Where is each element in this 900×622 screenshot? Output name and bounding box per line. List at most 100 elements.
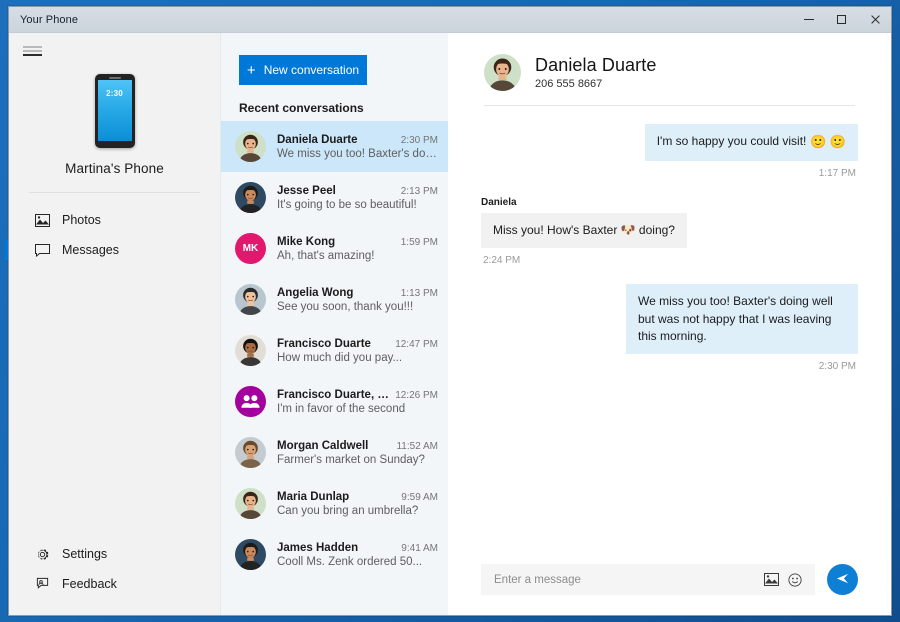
- app-body: 2:30 Martina's Phone Photos Messages Set…: [5, 33, 891, 615]
- conversation-item-text: Morgan Caldwell 11:52 AM Farmer's market o…: [277, 440, 438, 466]
- message-thread: I'm so happy you could visit! 🙂 🙂 1:17 PM…: [448, 106, 891, 564]
- chat-contact-name: Daniela Duarte: [535, 55, 657, 75]
- conversation-item-text: James Hadden 9:41 AM Cooll Ms. Zenk ordere…: [277, 542, 438, 568]
- left-navigation-pane: 2:30 Martina's Phone Photos Messages Set…: [5, 33, 220, 615]
- message-bubble[interactable]: Miss you! How's Baxter 🐶 doing?: [481, 212, 687, 249]
- avatar: [235, 386, 266, 417]
- emoji-icon[interactable]: [785, 570, 805, 590]
- minimize-button[interactable]: [792, 7, 825, 33]
- send-icon: [835, 571, 850, 589]
- conversation-time: 12:26 PM: [395, 389, 438, 401]
- conversations-pane: + New conversation Recent conversations …: [220, 33, 448, 615]
- conversation-list-item[interactable]: Francisco Duarte, Dani... 12:26 PMI'm in …: [221, 376, 448, 427]
- conversation-time: 11:52 AM: [396, 440, 438, 452]
- sidebar-item-label: Photos: [62, 213, 101, 227]
- phone-clock: 2:30: [106, 89, 123, 98]
- message-sender: Daniela: [481, 196, 517, 208]
- conversation-snippet: How much did you pay...: [277, 351, 403, 364]
- nav-list: Photos Messages: [5, 205, 220, 265]
- conversation-time: 12:47 PM: [395, 338, 438, 350]
- conversation-list-item[interactable]: MK Mike Kong 1:59 PM Ah, that's amazing!: [221, 223, 448, 274]
- phone-illustration: 2:30: [94, 74, 135, 148]
- avatar: [235, 437, 266, 468]
- conversation-snippet: Ah, that's amazing!: [277, 249, 375, 262]
- sidebar-item-photos[interactable]: Photos: [9, 205, 220, 235]
- conversation-item-top-row: Maria Dunlap 9:59 AM: [277, 491, 438, 503]
- image-icon[interactable]: [761, 570, 781, 590]
- conversation-item-text: Francisco Duarte 12:47 PM How much did you…: [277, 338, 438, 364]
- conversation-time: 2:30 PM: [400, 134, 438, 146]
- nav-divider: [29, 192, 200, 193]
- conversation-list-item[interactable]: James Hadden 9:41 AM Cooll Ms. Zenk ordere…: [221, 529, 448, 580]
- conversation-list[interactable]: Daniela Duarte 2:30 PM We miss you too! Ba…: [221, 121, 448, 615]
- conversation-name: Francisco Duarte, Dani...: [277, 388, 389, 401]
- new-conversation-label: New conversation: [263, 63, 360, 77]
- message-icon: [33, 242, 51, 258]
- minimize-icon: [803, 19, 814, 20]
- conversation-list-item[interactable]: Maria Dunlap 9:59 AM Can you bring an umbr…: [221, 478, 448, 529]
- message-row: I'm so happy you could visit! 🙂 🙂 1:17 PM: [481, 124, 858, 193]
- conversation-list-item[interactable]: Angelia Wong 1:13 PM See you soon, thank y…: [221, 274, 448, 325]
- sidebar-item-settings[interactable]: Settings: [9, 539, 220, 569]
- hamburger-line: [23, 46, 42, 48]
- gear-icon: [33, 546, 51, 562]
- avatar: [484, 54, 521, 91]
- message-timestamp: 2:24 PM: [483, 255, 521, 267]
- conversation-snippet: Can you bring an umbrella?: [277, 504, 419, 517]
- conversation-item-top-row: Jesse Peel 2:13 PM: [277, 185, 438, 197]
- recent-conversations-heading: Recent conversations: [239, 101, 364, 115]
- conversation-item-top-row: Francisco Duarte, Dani... 12:26 PM: [277, 389, 438, 401]
- message-bubble[interactable]: I'm so happy you could visit! 🙂 🙂: [644, 124, 858, 161]
- chat-contact-phone: 206 555 8667: [535, 78, 603, 90]
- send-button[interactable]: [827, 564, 858, 595]
- conversation-item-text: Daniela Duarte 2:30 PM We miss you too! Ba…: [277, 134, 438, 160]
- avatar: MK: [235, 233, 266, 264]
- conversation-name: Morgan Caldwell: [277, 439, 369, 452]
- conversation-item-text: Jesse Peel 2:13 PM It's going to be so bea…: [277, 185, 438, 211]
- maximize-button[interactable]: [825, 7, 858, 33]
- avatar: [235, 488, 266, 519]
- message-text: I'm so happy you could visit!: [656, 134, 807, 148]
- message-timestamp: 1:17 PM: [818, 167, 856, 179]
- hamburger-line: [23, 50, 42, 52]
- conversation-snippet: Farmer's market on Sunday?: [277, 453, 425, 466]
- device-card: 2:30 Martina's Phone: [9, 74, 220, 176]
- message-input-box[interactable]: [481, 564, 815, 595]
- conversation-name: James Hadden: [277, 541, 359, 554]
- avatar: [235, 335, 266, 366]
- sidebar-item-messages[interactable]: Messages: [5, 235, 220, 265]
- plus-icon: +: [246, 61, 256, 79]
- device-name: Martina's Phone: [65, 161, 164, 176]
- avatar: [235, 284, 266, 315]
- hamburger-menu-icon[interactable]: [23, 44, 42, 58]
- sidebar-item-feedback[interactable]: Feedback: [9, 569, 220, 599]
- chat-pane: Daniela Duarte 206 555 8667 I'm so happy…: [448, 33, 891, 615]
- conversation-item-top-row: James Hadden 9:41 AM: [277, 542, 438, 554]
- conversation-name: Angelia Wong: [277, 286, 354, 299]
- message-composer: [448, 564, 891, 615]
- close-icon: [870, 15, 880, 25]
- sidebar-item-label: Messages: [62, 243, 119, 257]
- conversation-time: 1:59 PM: [400, 236, 438, 248]
- conversation-time: 9:59 AM: [401, 491, 438, 503]
- conversation-name: Daniela Duarte: [277, 133, 358, 146]
- message-text: We miss you too! Baxter's doing well but…: [638, 294, 833, 344]
- new-conversation-button[interactable]: + New conversation: [239, 55, 367, 85]
- conversation-list-item[interactable]: Francisco Duarte 12:47 PM How much did you…: [221, 325, 448, 376]
- message-row: Daniela Miss you! How's Baxter 🐶 doing? 2:…: [481, 197, 858, 280]
- conversation-name: Maria Dunlap: [277, 490, 350, 503]
- window-titlebar[interactable]: Your Phone: [9, 7, 891, 33]
- avatar: [235, 131, 266, 162]
- close-button[interactable]: [858, 7, 891, 33]
- conversation-time: 1:13 PM: [400, 287, 438, 299]
- conversation-item-top-row: Angelia Wong 1:13 PM: [277, 287, 438, 299]
- conversation-list-item[interactable]: Daniela Duarte 2:30 PM We miss you too! Ba…: [221, 121, 448, 172]
- conversation-list-item[interactable]: Morgan Caldwell 11:52 AM Farmer's market o…: [221, 427, 448, 478]
- message-bubble[interactable]: We miss you too! Baxter's doing well but…: [626, 284, 858, 355]
- message-input[interactable]: [494, 573, 757, 586]
- feedback-icon: [33, 576, 51, 592]
- conversation-list-item[interactable]: Jesse Peel 2:13 PM It's going to be so bea…: [221, 172, 448, 223]
- conversation-name: Francisco Duarte: [277, 337, 371, 350]
- conversation-name: Jesse Peel: [277, 184, 336, 197]
- avatar: [235, 539, 266, 570]
